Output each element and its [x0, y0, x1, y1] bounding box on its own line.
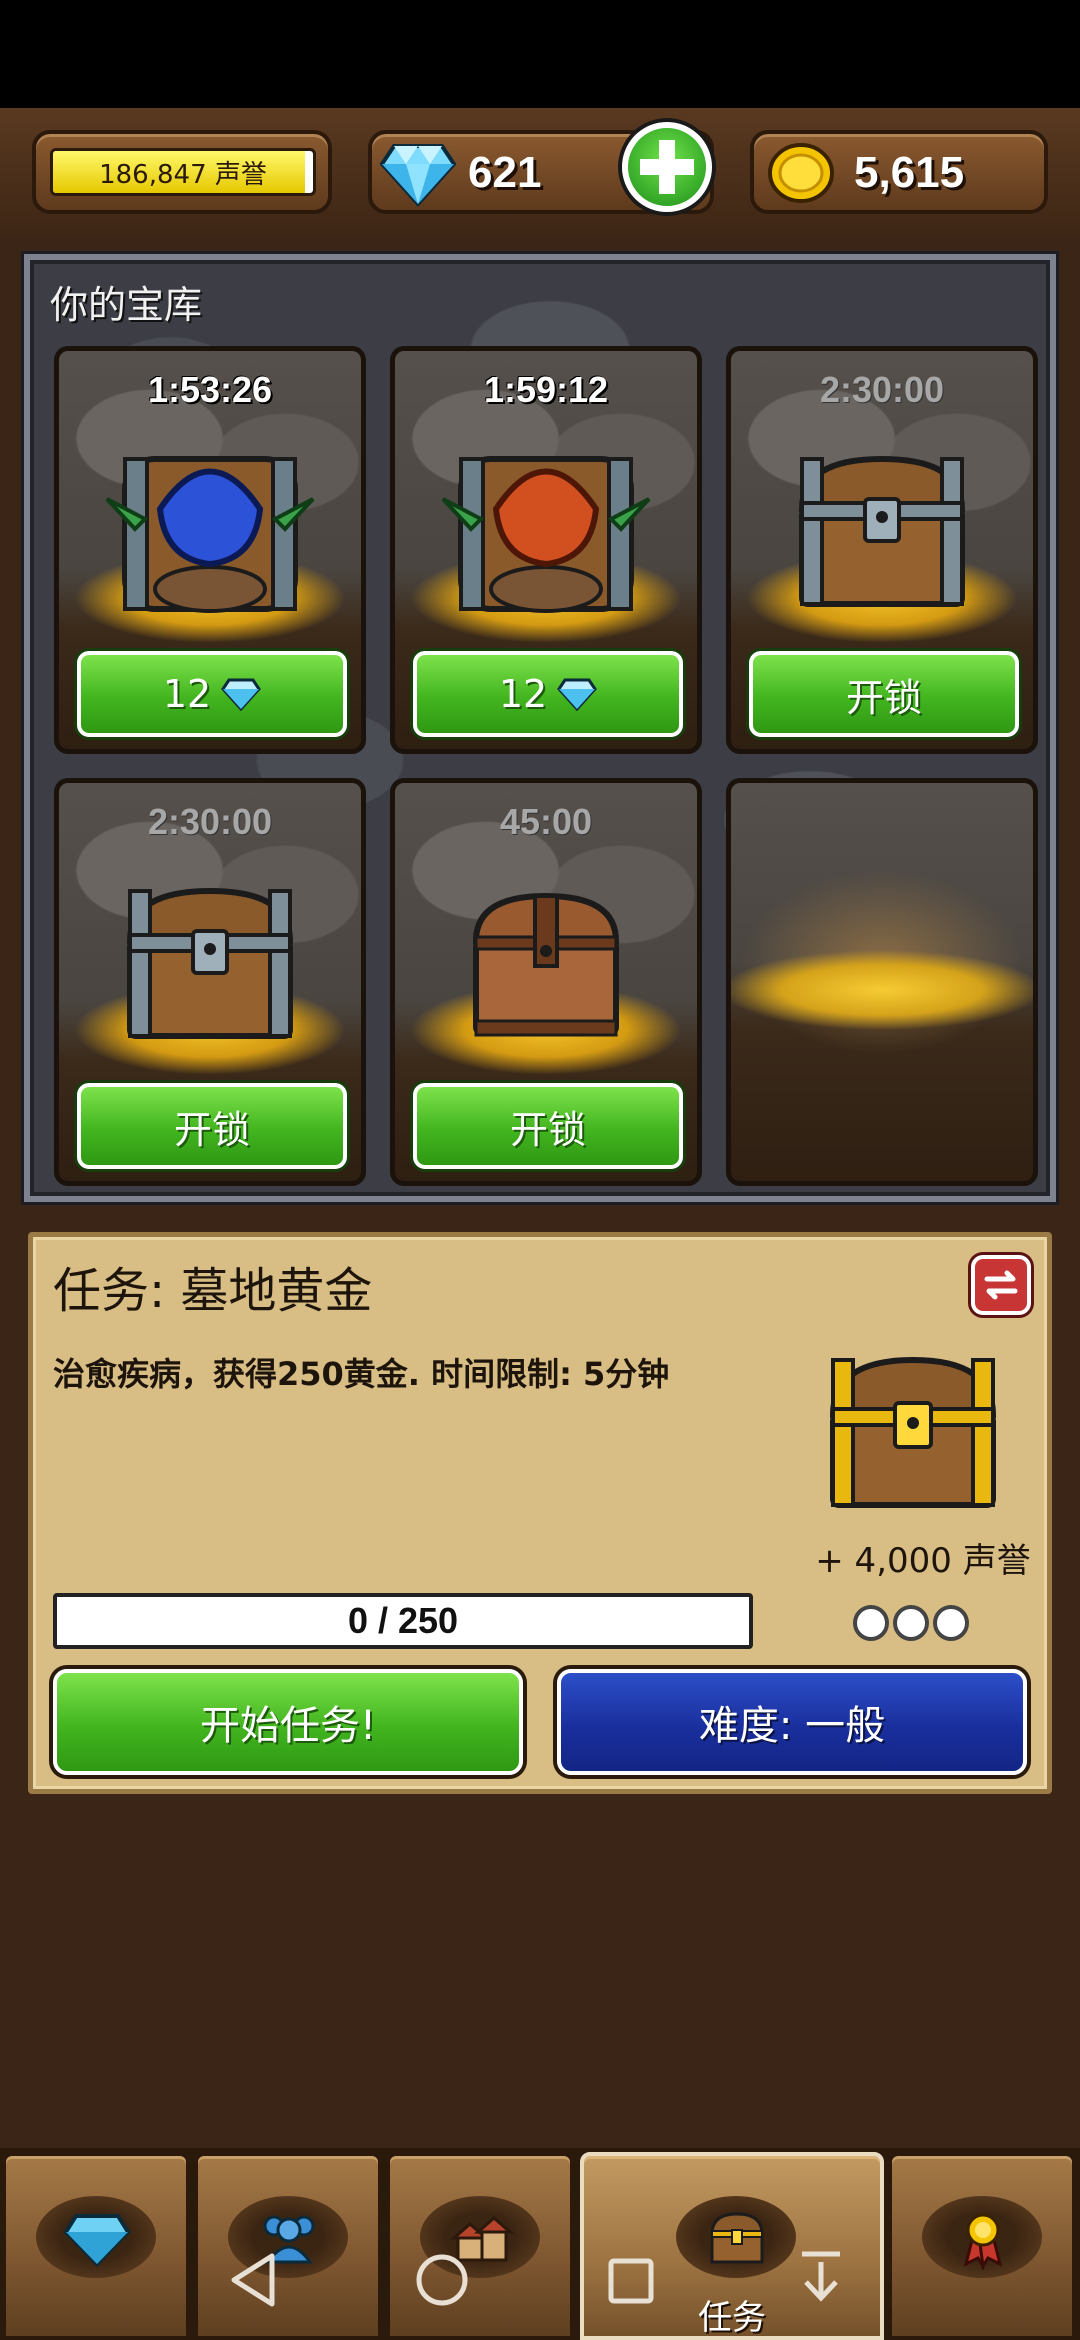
tab-quests[interactable]: 任务: [580, 2152, 884, 2340]
people-icon: [263, 2215, 315, 2264]
speedup-button[interactable]: 12: [413, 651, 683, 737]
tab-quests-label: 任务: [698, 2298, 766, 2338]
diamond-icon: [63, 2214, 131, 2267]
speedup-label: 12: [162, 672, 212, 716]
status-bar: [0, 0, 1080, 108]
slot-timer: 1:53:26: [147, 369, 273, 410]
vault-slot-6-empty: [726, 778, 1038, 1186]
icon-well: [420, 2196, 540, 2278]
gold-coin-icon: [768, 143, 834, 203]
icon-well: [676, 2196, 796, 2278]
quest-reward: + 4,000 声誉: [815, 1541, 1031, 1581]
difficulty-button[interactable]: 难度: 一般: [557, 1669, 1027, 1775]
vault-title: 你的宝库: [50, 283, 203, 327]
quest-title: 任务: 墓地黄金: [53, 1263, 373, 1319]
diamond-icon: [221, 678, 262, 711]
quest-progress-text: 0 / 250: [347, 1600, 459, 1641]
bottom-nav: 任务: [0, 2148, 1080, 2340]
chest-icon: [710, 2212, 764, 2264]
plus-icon: [640, 140, 694, 194]
reputation-bar: 186,847 声誉: [50, 148, 316, 196]
difficulty-dot: [933, 1605, 969, 1641]
slot-timer: 2:30:00: [819, 369, 945, 410]
start-quest-button[interactable]: 开始任务!: [53, 1669, 523, 1775]
slot-timer: 2:30:00: [147, 801, 273, 842]
add-gems-button[interactable]: [622, 122, 712, 212]
vault-slot-2[interactable]: 1:59:12 12: [390, 346, 702, 754]
iron-chest-icon: [798, 455, 966, 607]
quest-description: 治愈疾病，获得250黄金. 时间限制: 5分钟: [53, 1355, 670, 1393]
iron-chest-icon: [126, 887, 294, 1039]
resource-bar: 186,847 声誉 621 5,615: [0, 108, 1080, 238]
vault-slot-1[interactable]: 1:53:26 12: [54, 346, 366, 754]
vault-slot-3[interactable]: 2:30:00 开锁: [726, 346, 1038, 754]
tab-buildings[interactable]: [386, 2152, 574, 2340]
speedup-label: 12: [498, 672, 548, 716]
icon-well: [36, 2196, 156, 2278]
difficulty-dot: [853, 1605, 889, 1641]
quest-progress-bar: 0 / 250: [53, 1593, 753, 1649]
diamond-icon: [380, 144, 456, 207]
vault-panel: 你的宝库 1:53:26 12 1:59:12 12 2:30:00 开锁 2:…: [24, 254, 1056, 1202]
quest-panel: 任务: 墓地黄金 治愈疾病，获得250黄金. 时间限制: 5分钟 + 4,000…: [28, 1232, 1052, 1794]
gems-value: 621: [468, 148, 542, 197]
vault-slot-4[interactable]: 2:30:00 开锁: [54, 778, 366, 1186]
swap-icon: [984, 1270, 1018, 1300]
tab-gems[interactable]: [2, 2152, 190, 2340]
unlock-button[interactable]: 开锁: [77, 1083, 347, 1169]
tab-people[interactable]: [194, 2152, 382, 2340]
goblin-chest-blue-icon: [105, 456, 315, 613]
gold-chest-icon: [829, 1356, 997, 1508]
speedup-button[interactable]: 12: [77, 651, 347, 737]
unlock-button[interactable]: 开锁: [413, 1083, 683, 1169]
buildings-icon: [450, 2216, 514, 2262]
difficulty-indicator: [853, 1605, 973, 1645]
goblin-chest-red-icon: [441, 456, 651, 613]
reputation-value: 186,847 声誉: [99, 159, 267, 190]
gold-value: 5,615: [854, 148, 965, 197]
slot-timer: 1:59:12: [483, 369, 609, 410]
tab-achievements[interactable]: [888, 2152, 1076, 2340]
difficulty-dot: [893, 1605, 929, 1641]
gold-panel[interactable]: 5,615: [750, 130, 1048, 214]
vault-slot-5[interactable]: 45:00 开锁: [390, 778, 702, 1186]
unlock-button[interactable]: 开锁: [749, 651, 1019, 737]
reputation-panel[interactable]: 186,847 声誉: [32, 130, 332, 214]
icon-well: [922, 2196, 1042, 2278]
swap-quest-button[interactable]: [971, 1255, 1031, 1315]
wooden-chest-icon: [472, 892, 620, 1037]
medal-icon: [963, 2213, 1003, 2270]
slot-timer: 45:00: [499, 801, 593, 842]
icon-well: [228, 2196, 348, 2278]
diamond-icon: [557, 678, 598, 711]
